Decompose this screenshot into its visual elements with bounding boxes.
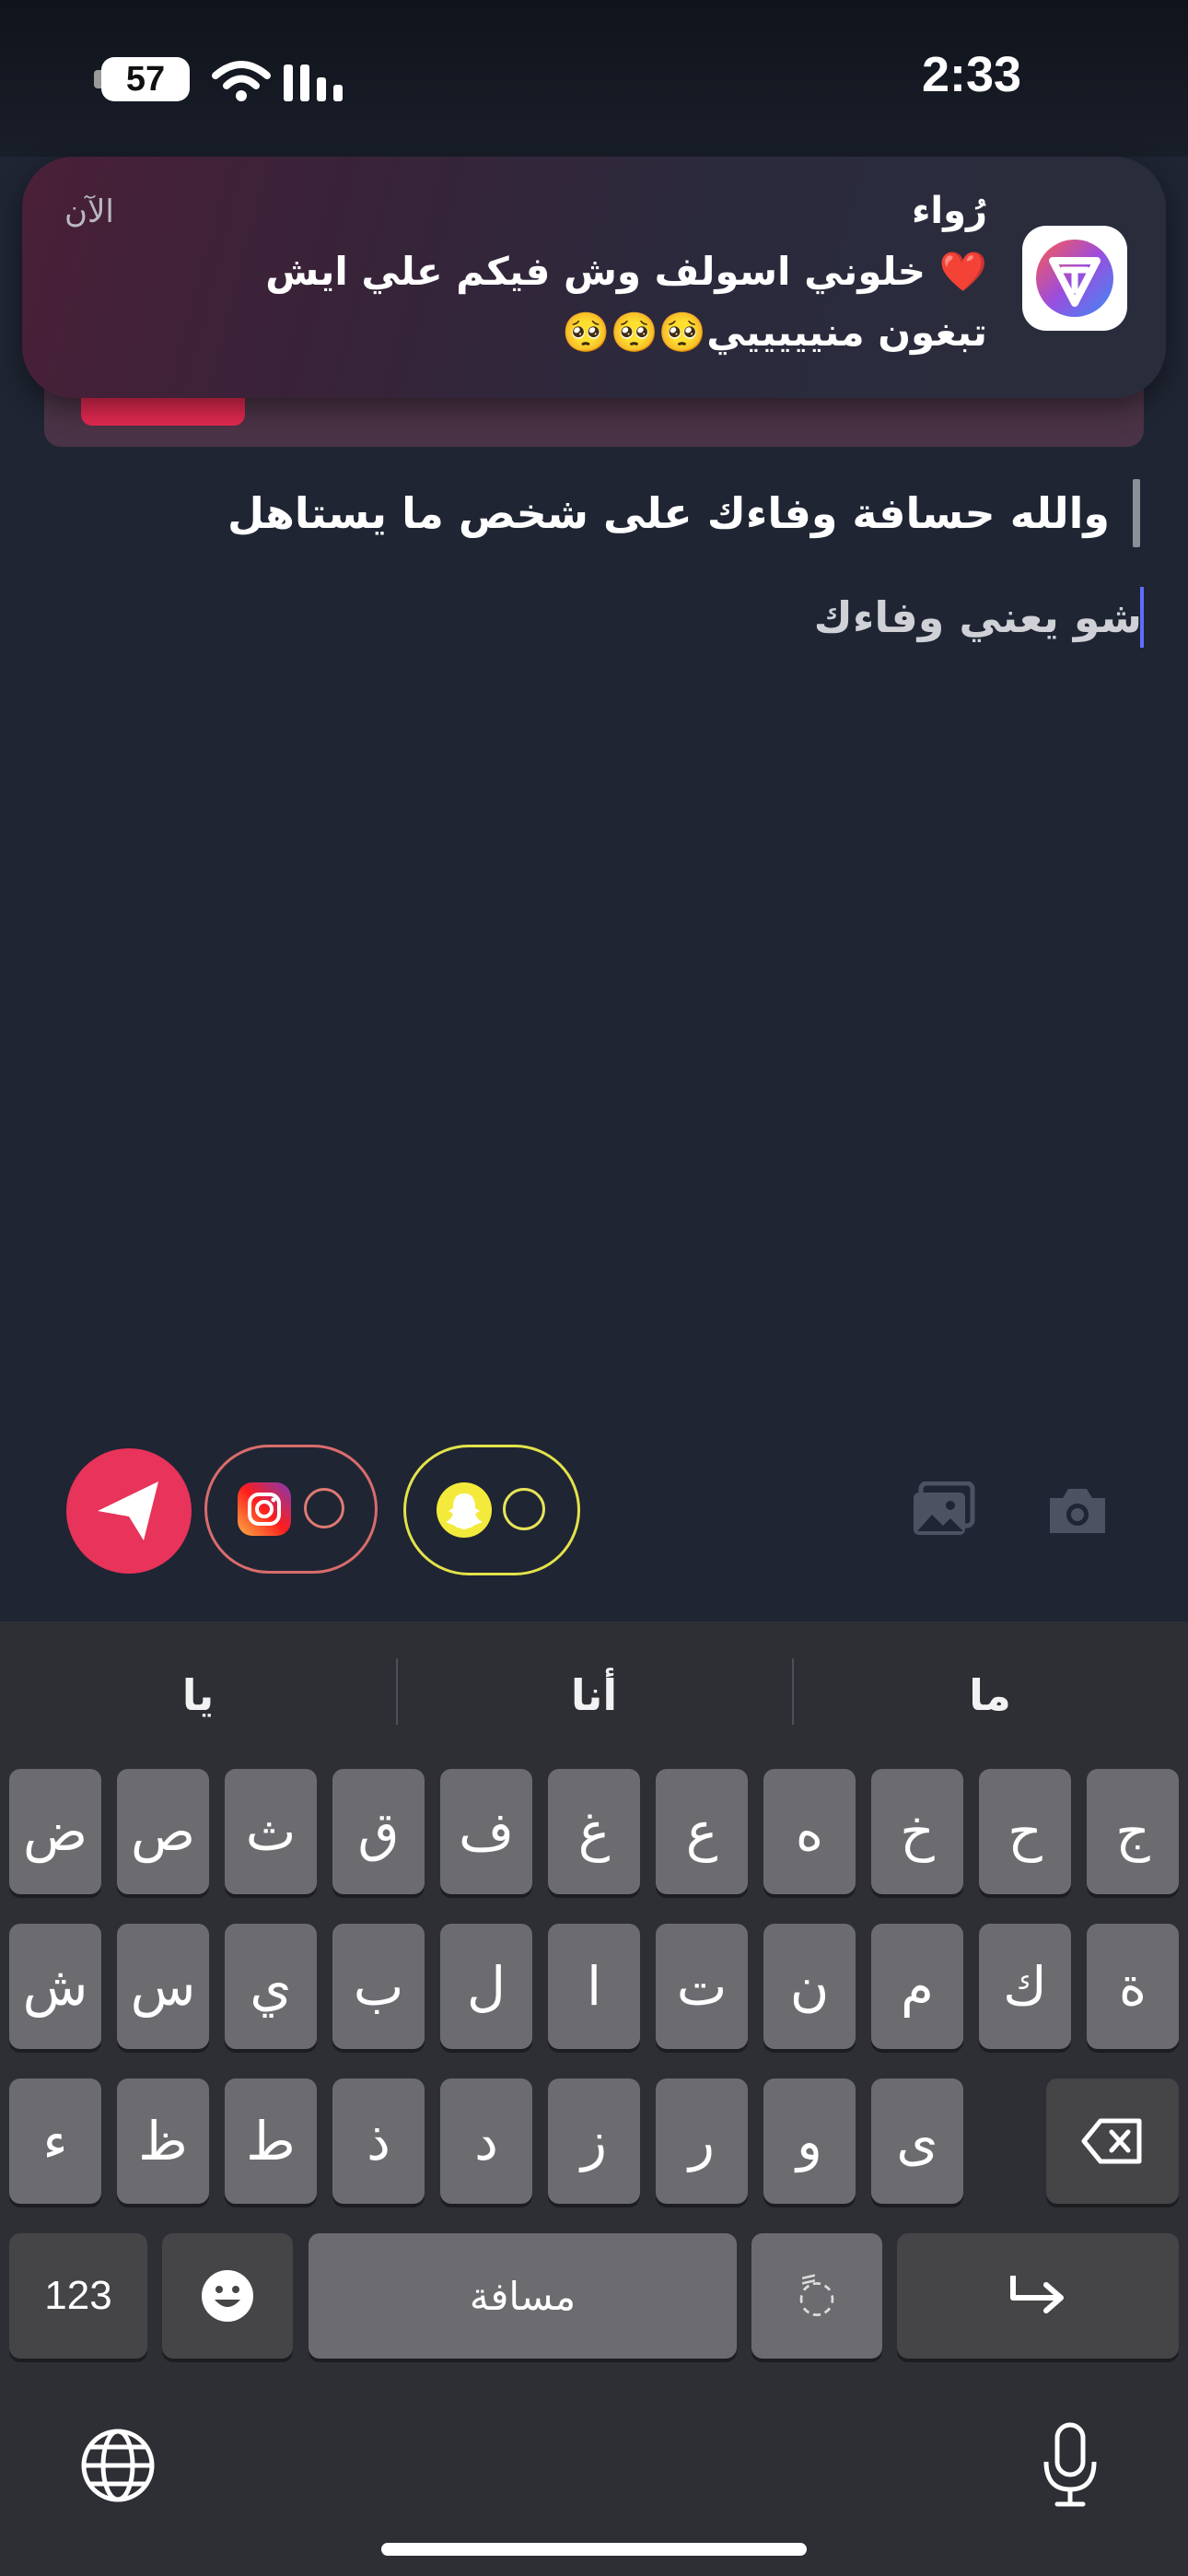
key[interactable]: ص [117, 1769, 209, 1894]
key[interactable]: ط [225, 2078, 317, 2204]
key[interactable]: د [440, 2078, 532, 2204]
numbers-key[interactable]: 123 [9, 2233, 147, 2359]
diacritic-key[interactable]: ◌ً [751, 2233, 882, 2359]
delete-key[interactable] [1046, 2078, 1179, 2204]
key[interactable]: ة [1087, 1924, 1179, 2049]
key[interactable]: خ [871, 1769, 963, 1894]
key[interactable]: ز [548, 2078, 640, 2204]
quote-bar [1133, 479, 1140, 547]
key[interactable]: ي [225, 1924, 317, 2049]
space-key[interactable]: مسافة [309, 2233, 737, 2359]
gallery-icon[interactable] [912, 1481, 976, 1539]
return-icon [1010, 2276, 1064, 2313]
emoji-icon [202, 2270, 253, 2322]
suggestion-1[interactable]: ما [792, 1645, 1188, 1746]
snapchat-icon [437, 1482, 492, 1538]
snapchat-toggle[interactable] [403, 1445, 580, 1575]
key[interactable]: ث [225, 1769, 317, 1894]
key[interactable]: ع [656, 1769, 748, 1894]
backspace-icon [1081, 2118, 1142, 2164]
quoted-message: والله حسافة وفاءك على شخص ما يستاهل [227, 488, 1110, 538]
key[interactable]: ه [763, 1769, 856, 1894]
microphone-icon[interactable] [1039, 2421, 1101, 2510]
key[interactable]: ف [440, 1769, 532, 1894]
key[interactable]: ظ [117, 2078, 209, 2204]
globe-icon[interactable] [79, 2427, 157, 2504]
key[interactable]: ق [332, 1769, 425, 1894]
return-key[interactable] [897, 2233, 1179, 2359]
camera-icon[interactable] [1046, 1485, 1109, 1537]
wifi-icon [212, 61, 271, 101]
key[interactable]: ا [548, 1924, 640, 2049]
key[interactable]: ء [9, 2078, 101, 2204]
message-input[interactable]: شو يعني وفاءك [553, 583, 1142, 651]
instagram-radio[interactable] [304, 1488, 344, 1528]
send-button[interactable] [66, 1448, 192, 1574]
send-icon [98, 1481, 158, 1540]
suggestion-2[interactable]: أنا [396, 1645, 792, 1746]
key[interactable]: ض [9, 1769, 101, 1894]
key[interactable]: ى [871, 2078, 963, 2204]
snapchat-radio[interactable] [503, 1488, 545, 1530]
key[interactable]: ت [656, 1924, 748, 2049]
notification-message: ❤️ خلوني اسولف وش فيكم علي ايش تبغون مني… [265, 249, 987, 355]
suggestion-3[interactable]: يا [0, 1645, 396, 1746]
instagram-icon [238, 1482, 291, 1536]
key[interactable]: ح [979, 1769, 1071, 1894]
notification-sender: رُواء [911, 190, 987, 232]
text-cursor [1140, 587, 1144, 648]
battery-indicator: 57 [101, 57, 190, 101]
home-indicator [381, 2543, 807, 2556]
key[interactable]: ب [332, 1924, 425, 2049]
key[interactable]: و [763, 2078, 856, 2204]
notification-time: الآن [64, 193, 114, 230]
key[interactable]: غ [548, 1769, 640, 1894]
key[interactable]: م [871, 1924, 963, 2049]
suggestion-divider [396, 1658, 398, 1725]
key[interactable]: ذ [332, 2078, 425, 2204]
suggestion-divider [792, 1658, 794, 1725]
key[interactable]: ج [1087, 1769, 1179, 1894]
key[interactable]: ل [440, 1924, 532, 2049]
key[interactable]: س [117, 1924, 209, 2049]
key[interactable]: ر [656, 2078, 748, 2204]
key[interactable]: ش [9, 1924, 101, 2049]
status-time: 2:33 [921, 47, 1022, 102]
emoji-key[interactable] [162, 2233, 293, 2359]
key[interactable]: ن [763, 1924, 856, 2049]
signal-icon [284, 64, 343, 101]
instagram-toggle[interactable] [204, 1445, 378, 1574]
key[interactable]: ك [979, 1924, 1071, 2049]
app-icon [1022, 226, 1127, 331]
